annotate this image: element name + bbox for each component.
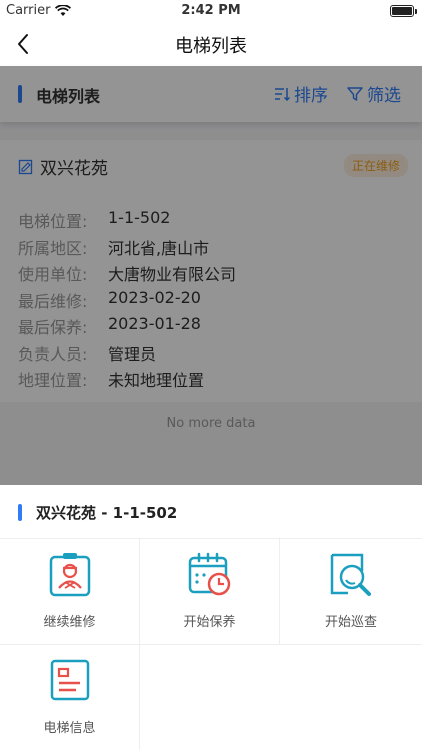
clock: 2:42 PM: [181, 3, 241, 18]
calendar-clock-icon: [188, 552, 231, 596]
modal-backdrop[interactable]: [0, 66, 422, 485]
action-label: 继续维修: [43, 615, 96, 630]
sheet-title: 双兴花苑 - 1-1-502: [36, 504, 178, 522]
action-label: 电梯信息: [43, 721, 96, 736]
sheet-accent-bar: [18, 504, 22, 521]
document-info-icon: [50, 659, 90, 701]
action-grid: 继续维修 开始保养 开始巡查 电梯信息: [0, 538, 422, 750]
status-bar: Carrier 2:42 PM: [0, 0, 422, 22]
action-sheet: 双兴花苑 - 1-1-502 继续维修 开始保养 开始巡查 电梯信息: [0, 485, 422, 750]
battery-icon: [390, 5, 417, 17]
start-inspection-button[interactable]: 开始巡查: [280, 539, 422, 645]
continue-repair-button[interactable]: 继续维修: [0, 539, 140, 645]
action-label: 开始保养: [183, 615, 236, 630]
page-title: 电梯列表: [175, 36, 247, 57]
navigation-bar: 电梯列表: [0, 22, 422, 66]
repair-worker-icon: [49, 553, 91, 597]
start-maintenance-button[interactable]: 开始保养: [140, 539, 280, 645]
inspect-search-icon: [330, 553, 371, 596]
action-label: 开始巡查: [324, 615, 377, 630]
elevator-info-button[interactable]: 电梯信息: [0, 645, 140, 750]
